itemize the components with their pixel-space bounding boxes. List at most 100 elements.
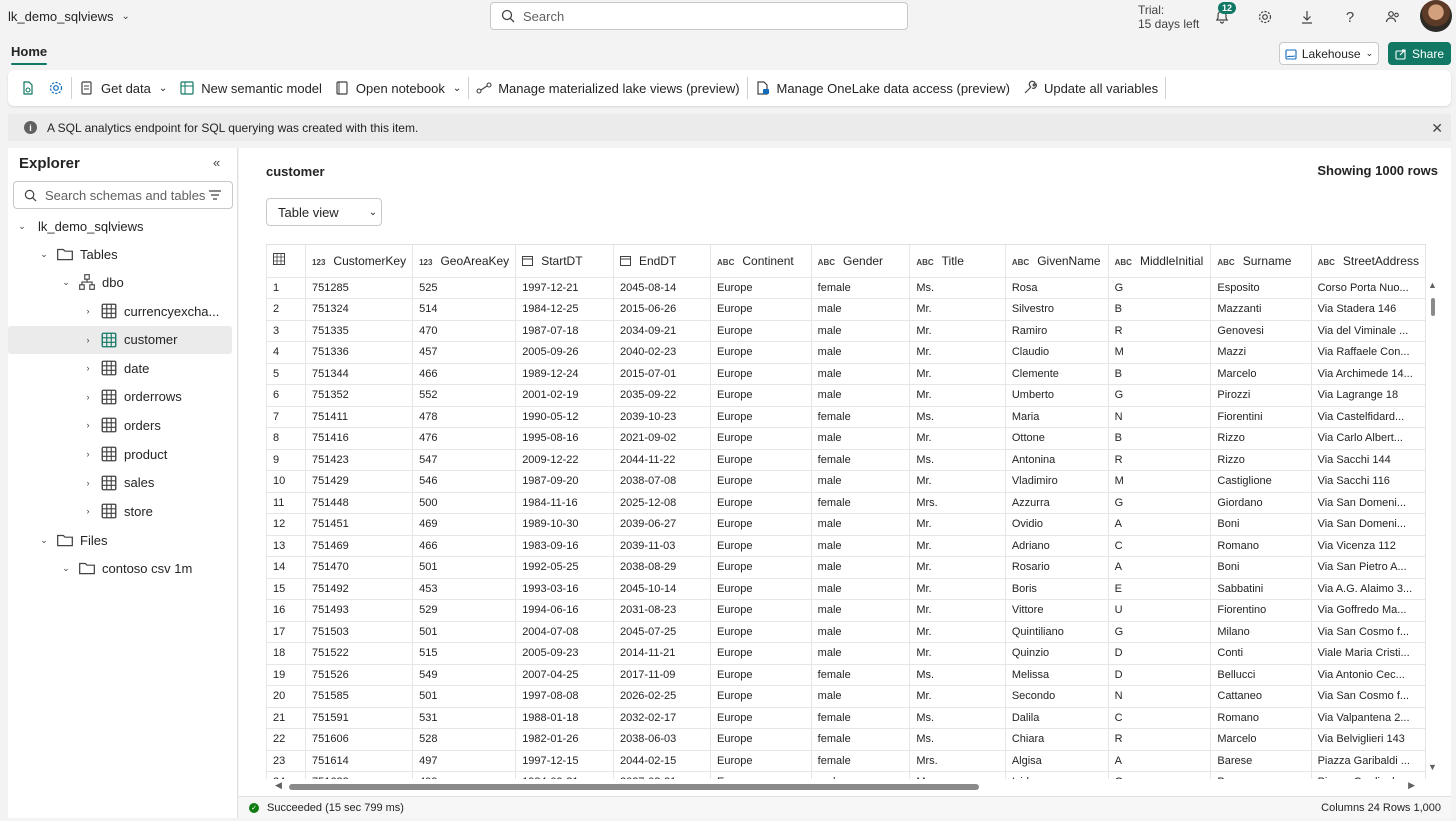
- table-cell[interactable]: Ms.: [909, 406, 1006, 428]
- table-cell[interactable]: male: [811, 642, 911, 665]
- table-cell[interactable]: Viale Maria Cristi...: [1311, 642, 1426, 665]
- table-cell[interactable]: Romano: [1210, 707, 1312, 729]
- tree-table-item[interactable]: › product: [8, 440, 232, 468]
- table-cell[interactable]: Mr.: [909, 578, 1006, 600]
- table-cell[interactable]: 1987-09-20: [515, 470, 614, 493]
- table-cell[interactable]: Boni: [1210, 556, 1312, 579]
- table-cell[interactable]: female: [811, 449, 911, 471]
- table-row[interactable]: 7 751411 478 1990-05-12 2039-10-23 Europe fema…: [266, 406, 1426, 428]
- table-row[interactable]: 4 751336 457 2005-09-26 2040-02-23 Europe male…: [266, 341, 1426, 364]
- table-cell[interactable]: Mazzanti: [1210, 298, 1312, 321]
- table-cell[interactable]: 2045-08-14: [613, 277, 712, 299]
- new-semantic-model-button[interactable]: New semantic model: [173, 74, 328, 102]
- table-row[interactable]: 6 751352 552 2001-02-19 2035-09-22 Europe male…: [266, 384, 1426, 407]
- table-cell[interactable]: male: [811, 685, 911, 708]
- table-cell[interactable]: Quinzio: [1005, 642, 1109, 665]
- table-cell[interactable]: 751591: [305, 707, 414, 729]
- table-cell[interactable]: 1984-12-25: [515, 298, 614, 321]
- row-number-cell[interactable]: 13: [266, 535, 307, 557]
- tree-table-item[interactable]: › store: [8, 497, 232, 525]
- table-cell[interactable]: Mrs.: [909, 750, 1006, 772]
- table-cell[interactable]: 1982-01-26: [515, 728, 614, 751]
- table-cell[interactable]: 2014-11-21: [613, 642, 712, 665]
- scroll-up-icon[interactable]: ▲: [1428, 280, 1437, 290]
- table-cell[interactable]: Via San Cosmo f...: [1311, 621, 1426, 643]
- table-cell[interactable]: Mr.: [909, 513, 1006, 536]
- row-number-cell[interactable]: 4: [266, 341, 307, 364]
- table-cell[interactable]: 2004-07-08: [515, 621, 614, 643]
- get-data-button[interactable]: Get data ⌄: [73, 74, 173, 102]
- table-cell[interactable]: 751451: [305, 513, 414, 536]
- row-number-cell[interactable]: 24: [266, 771, 307, 779]
- table-cell[interactable]: 528: [412, 728, 517, 751]
- table-cell[interactable]: 1988-01-18: [515, 707, 614, 729]
- tree-table-item[interactable]: › currencyexcha...: [8, 297, 232, 325]
- open-notebook-button[interactable]: Open notebook ⌄: [328, 74, 467, 102]
- table-cell[interactable]: Secondo: [1005, 685, 1109, 708]
- table-row[interactable]: 2 751324 514 1984-12-25 2015-06-26 Europe male…: [266, 298, 1426, 321]
- table-cell[interactable]: 2009-12-22: [515, 449, 614, 471]
- table-cell[interactable]: Romano: [1210, 535, 1312, 557]
- table-cell[interactable]: 2021-09-02: [613, 427, 712, 450]
- table-cell[interactable]: Umberto: [1005, 384, 1109, 407]
- table-cell[interactable]: 2037-02-21: [613, 771, 712, 779]
- tree-folder-files[interactable]: ⌄ Files: [8, 526, 232, 554]
- table-cell[interactable]: B: [1108, 298, 1212, 321]
- table-cell[interactable]: Mr.: [909, 771, 1006, 779]
- table-cell[interactable]: 1987-07-18: [515, 320, 614, 342]
- table-cell[interactable]: Silvestro: [1005, 298, 1109, 321]
- table-cell[interactable]: 751470: [305, 556, 414, 579]
- close-icon[interactable]: ✕: [1431, 120, 1443, 137]
- row-number-cell[interactable]: 8: [266, 427, 307, 450]
- table-cell[interactable]: Via Belviglieri 143: [1311, 728, 1426, 751]
- table-cell[interactable]: Dalila: [1005, 707, 1109, 729]
- table-cell[interactable]: A: [1108, 513, 1212, 536]
- scroll-right-icon[interactable]: ▶: [1408, 780, 1415, 791]
- feedback-button[interactable]: [1382, 6, 1404, 28]
- table-cell[interactable]: Ms.: [909, 664, 1006, 686]
- table-cell[interactable]: Via Valpantena 2...: [1311, 707, 1426, 729]
- table-cell[interactable]: Conti: [1210, 642, 1312, 665]
- table-cell[interactable]: 751614: [305, 750, 414, 772]
- table-cell[interactable]: 1997-08-08: [515, 685, 614, 708]
- table-cell[interactable]: 457: [412, 341, 517, 364]
- table-cell[interactable]: Via Goffredo Ma...: [1311, 599, 1426, 622]
- table-cell[interactable]: 751324: [305, 298, 414, 321]
- table-cell[interactable]: Chiara: [1005, 728, 1109, 751]
- table-cell[interactable]: Mr.: [909, 556, 1006, 579]
- table-cell[interactable]: D: [1108, 664, 1212, 686]
- row-number-cell[interactable]: 10: [266, 470, 307, 493]
- row-number-cell[interactable]: 1: [266, 277, 307, 299]
- table-cell[interactable]: Mrs.: [909, 492, 1006, 514]
- table-cell[interactable]: G: [1108, 384, 1212, 407]
- table-row[interactable]: 9 751423 547 2009-12-22 2044-11-22 Europe fema…: [266, 449, 1426, 471]
- table-cell[interactable]: male: [811, 320, 911, 342]
- table-cell[interactable]: M: [1108, 341, 1212, 364]
- table-cell[interactable]: Quintiliano: [1005, 621, 1109, 643]
- table-cell[interactable]: N: [1108, 406, 1212, 428]
- table-cell[interactable]: 1989-12-24: [515, 363, 614, 385]
- table-cell[interactable]: 2031-08-23: [613, 599, 712, 622]
- table-cell[interactable]: Via Sacchi 144: [1311, 449, 1426, 471]
- table-cell[interactable]: male: [811, 599, 911, 622]
- table-cell[interactable]: A: [1108, 556, 1212, 579]
- table-cell[interactable]: Ramiro: [1005, 320, 1109, 342]
- table-cell[interactable]: C: [1108, 535, 1212, 557]
- table-cell[interactable]: Europe: [710, 642, 812, 665]
- table-cell[interactable]: Via Lagrange 18: [1311, 384, 1426, 407]
- scroll-thumb[interactable]: [1431, 298, 1435, 316]
- column-header[interactable]: EndDT: [613, 245, 712, 278]
- table-cell[interactable]: Boris: [1005, 578, 1109, 600]
- table-cell[interactable]: Marcelo: [1210, 363, 1312, 385]
- table-cell[interactable]: R: [1108, 320, 1212, 342]
- table-cell[interactable]: 2015-07-01: [613, 363, 712, 385]
- table-cell[interactable]: 453: [412, 578, 517, 600]
- table-cell[interactable]: 469: [412, 513, 517, 536]
- table-row[interactable]: 14 751470 501 1992-05-25 2038-08-29 Europe mal…: [266, 556, 1426, 579]
- table-cell[interactable]: Mr.: [909, 384, 1006, 407]
- table-cell[interactable]: 2007-04-25: [515, 664, 614, 686]
- table-cell[interactable]: 2026-02-25: [613, 685, 712, 708]
- explorer-search-input[interactable]: Search schemas and tables: [13, 181, 233, 209]
- row-number-cell[interactable]: 19: [266, 664, 307, 686]
- table-cell[interactable]: Mr.: [909, 535, 1006, 557]
